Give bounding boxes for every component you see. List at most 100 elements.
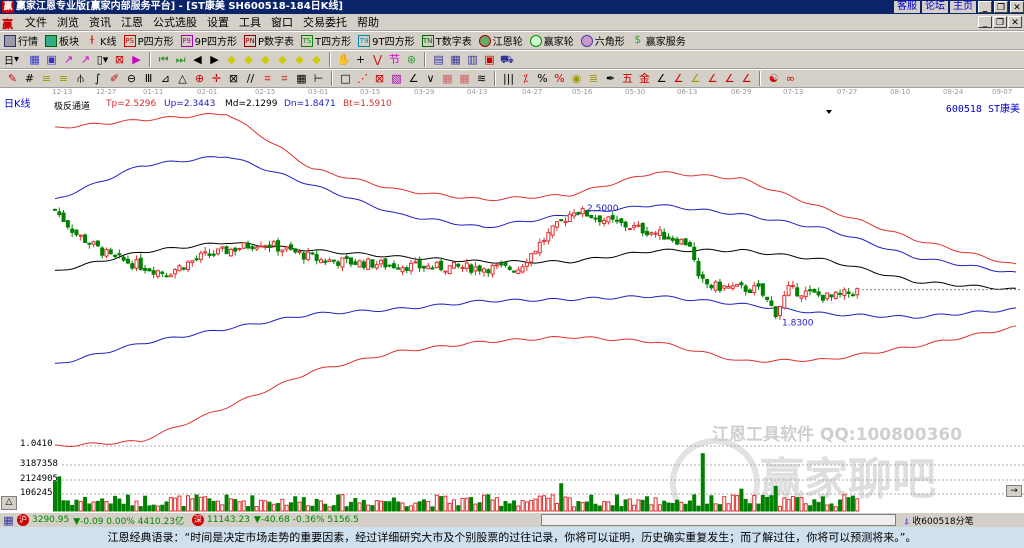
- menu-gann[interactable]: 江恩: [116, 14, 148, 30]
- tick-data-label[interactable]: ⍋ 收600518分笔: [904, 514, 974, 527]
- table-icon[interactable]: ▦: [441, 72, 454, 85]
- lines-icon[interactable]: ≋: [475, 72, 488, 85]
- cycle-icon[interactable]: ⌗: [278, 72, 291, 85]
- mdi-minimize-button[interactable]: _: [978, 16, 992, 28]
- gold-icon[interactable]: 金: [638, 72, 651, 85]
- notes-icon[interactable]: ▥: [466, 53, 479, 66]
- menu-news[interactable]: 资讯: [84, 14, 116, 30]
- quotes-button[interactable]: 行情: [4, 33, 38, 48]
- ellipse-icon[interactable]: ⊖: [125, 72, 138, 85]
- yinyang-icon[interactable]: ☯: [767, 72, 780, 85]
- indicator2-icon[interactable]: ↗: [79, 53, 92, 66]
- cross-icon[interactable]: ✛: [210, 72, 223, 85]
- hand-icon[interactable]: ✋: [337, 53, 351, 66]
- menu-tools[interactable]: 工具: [234, 14, 266, 30]
- gold-line-icon[interactable]: ≡: [40, 72, 53, 85]
- horizontal-scrollbar[interactable]: [541, 514, 896, 526]
- fork-icon[interactable]: ⫛: [74, 72, 87, 85]
- minimize-button[interactable]: _: [978, 1, 992, 13]
- last-icon[interactable]: ⏭: [174, 53, 187, 66]
- box-icon[interactable]: ⊠: [227, 72, 240, 85]
- menu-help[interactable]: 帮助: [352, 14, 384, 30]
- 9t-square-button[interactable]: T9 9T四方形: [358, 33, 415, 48]
- trend-icon[interactable]: ⋁: [371, 53, 384, 66]
- gann-grid-icon[interactable]: ▧: [390, 72, 403, 85]
- fan-icon[interactable]: ⊿: [159, 72, 172, 85]
- hexagon-button[interactable]: 六角形: [580, 33, 625, 48]
- speed-icon[interactable]: //: [244, 72, 257, 85]
- service-button[interactable]: $ 赢家服务: [632, 33, 686, 49]
- scroll-right-button[interactable]: →: [1006, 485, 1022, 497]
- menu-browse[interactable]: 浏览: [52, 14, 84, 30]
- gold-ratio-icon[interactable]: ≣: [587, 72, 600, 85]
- right-icon[interactable]: ▶: [208, 53, 221, 66]
- menu-trade[interactable]: 交易委托: [298, 14, 352, 30]
- infinity-icon[interactable]: ∞: [784, 72, 797, 85]
- v-icon[interactable]: ∨: [424, 72, 437, 85]
- left-icon[interactable]: ◀: [191, 53, 204, 66]
- close-button[interactable]: ✕: [1010, 1, 1024, 13]
- indicator-icon[interactable]: ↗: [62, 53, 75, 66]
- gold-angle-icon[interactable]: ∠: [689, 72, 702, 85]
- first-icon[interactable]: ⏮: [157, 53, 170, 66]
- win-angle-icon[interactable]: ∠: [723, 72, 736, 85]
- win-wheel-button[interactable]: 赢家轮: [529, 33, 574, 48]
- bars-icon[interactable]: |||: [502, 72, 515, 85]
- p-table-button[interactable]: PN P数字表: [244, 33, 294, 48]
- menu-window[interactable]: 窗口: [266, 14, 298, 30]
- restore-button[interactable]: ❐: [994, 1, 1008, 13]
- percent-box-icon[interactable]: %: [553, 72, 566, 85]
- time-icon[interactable]: ⌗: [261, 72, 274, 85]
- measure-icon[interactable]: ⊢: [312, 72, 325, 85]
- rights-icon[interactable]: ⊠: [113, 53, 126, 66]
- circle-icon[interactable]: ⊛: [405, 53, 418, 66]
- menu-settings[interactable]: 设置: [202, 14, 234, 30]
- p-square-button[interactable]: PS P四方形: [123, 33, 174, 48]
- self-select-icon[interactable]: ▣: [45, 53, 58, 66]
- percent-line-icon[interactable]: ⁒: [519, 72, 532, 85]
- flag-icon[interactable]: ▶: [130, 53, 143, 66]
- forum-link[interactable]: 论坛: [922, 1, 948, 13]
- coin-icon[interactable]: ◉: [570, 72, 583, 85]
- brush-icon[interactable]: ✐: [108, 72, 121, 85]
- gold-line2-icon[interactable]: ≡: [57, 72, 70, 85]
- mdi-close-button[interactable]: ✕: [1008, 16, 1022, 28]
- shenzhen-index[interactable]: 11143.23: [207, 515, 250, 525]
- percent-icon[interactable]: %: [536, 72, 549, 85]
- lucky-icon[interactable]: ∠: [740, 72, 753, 85]
- parallel-icon[interactable]: Ⅲ: [142, 72, 155, 85]
- chart-type-icon[interactable]: ▦: [28, 53, 41, 66]
- angle2-icon[interactable]: ∠: [655, 72, 668, 85]
- calculator-icon[interactable]: ▦: [2, 514, 15, 527]
- t-square-button[interactable]: TS T四方形: [301, 33, 351, 48]
- expand-icon[interactable]: ◆: [259, 53, 272, 66]
- angle-icon[interactable]: ∠: [407, 72, 420, 85]
- truck-icon[interactable]: ⛟: [500, 53, 514, 66]
- mdi-restore-button[interactable]: ❐: [993, 16, 1007, 28]
- crosshair-icon[interactable]: +: [354, 53, 367, 66]
- home-link[interactable]: 主页: [950, 1, 976, 13]
- up-icon[interactable]: ◆: [293, 53, 306, 66]
- save-icon[interactable]: ▣: [483, 53, 496, 66]
- kline-button[interactable]: ╫ K线: [86, 33, 117, 49]
- t-table-button[interactable]: TN T数字表: [421, 33, 472, 48]
- gann-fan-icon[interactable]: ⋰: [356, 72, 369, 85]
- festival-icon[interactable]: 节: [388, 53, 401, 66]
- wave-icon[interactable]: ∫: [91, 72, 104, 85]
- shanghai-index[interactable]: 3290.95: [32, 515, 69, 525]
- shrink-icon[interactable]: ◆: [276, 53, 289, 66]
- f-angle-icon[interactable]: ∠: [672, 72, 685, 85]
- menu-formula[interactable]: 公式选股: [148, 14, 202, 30]
- rect-icon[interactable]: □: [339, 72, 352, 85]
- service-link[interactable]: 客服: [894, 1, 920, 13]
- down-icon[interactable]: ◆: [310, 53, 323, 66]
- reverse-icon[interactable]: ∠: [706, 72, 719, 85]
- menu-file[interactable]: 文件: [20, 14, 52, 30]
- table2-icon[interactable]: ▦: [458, 72, 471, 85]
- matrix-icon[interactable]: ▦: [295, 72, 308, 85]
- grid-icon[interactable]: #: [23, 72, 36, 85]
- expand-panel-button[interactable]: △: [1, 496, 17, 510]
- 9p-square-button[interactable]: P9 9P四方形: [180, 33, 237, 48]
- calculator-icon[interactable]: ▦: [449, 53, 462, 66]
- pen-icon[interactable]: ✎: [6, 72, 19, 85]
